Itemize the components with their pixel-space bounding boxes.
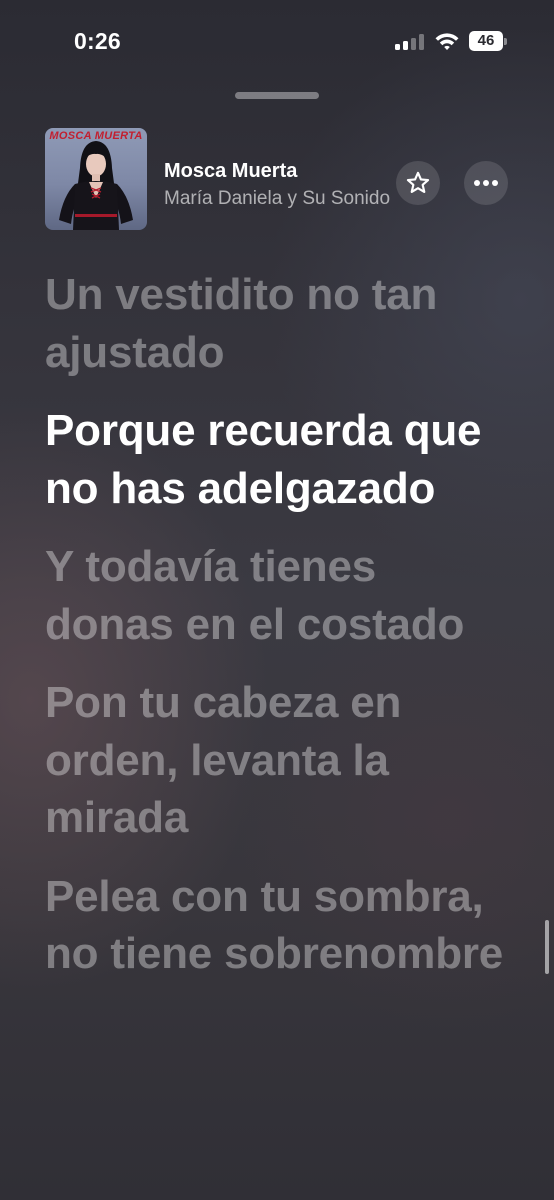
lyric-line[interactable]: Y todavía tienes donas en el costado	[45, 538, 515, 653]
battery-level: 46	[469, 31, 503, 51]
star-icon	[406, 171, 430, 193]
lyric-line[interactable]: Pelea con tu sombra, no tiene sobrenombr…	[45, 868, 515, 983]
ellipsis-icon	[474, 180, 498, 186]
song-artist[interactable]: María Daniela y Su Sonido Lasser	[164, 188, 390, 210]
sheet-grabber[interactable]	[235, 92, 319, 99]
lyric-line[interactable]: Pon tu cabeza en orden, levanta la mirad…	[45, 674, 515, 847]
scroll-indicator[interactable]	[545, 920, 549, 974]
more-button[interactable]	[464, 161, 508, 205]
album-art-title: MOSCA MUERTA	[49, 130, 143, 142]
favorite-button[interactable]	[396, 161, 440, 205]
lyric-line[interactable]: Un vestidito no tan ajustado	[45, 266, 515, 381]
album-art-figure	[59, 141, 133, 230]
wifi-icon	[434, 31, 460, 51]
lyrics-list: Un vestidito no tan ajustado Porque recu…	[45, 266, 515, 1004]
status-time: 0:26	[74, 28, 121, 54]
status-bar: 0:26 46	[0, 0, 554, 84]
song-title[interactable]: Mosca Muerta	[164, 160, 297, 183]
cellular-signal-icon	[395, 34, 425, 50]
album-art[interactable]: MOSCA MUERTA	[45, 128, 147, 230]
lyric-line-active[interactable]: Porque recuerda que no has adelgazado	[45, 402, 515, 517]
battery-icon: 46	[469, 31, 509, 51]
